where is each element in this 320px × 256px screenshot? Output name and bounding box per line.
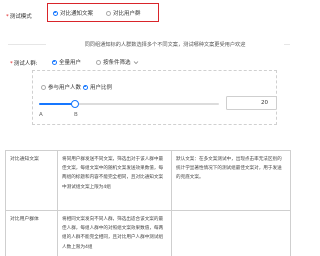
radio-filter-condition[interactable]: 按条件筛选: [96, 58, 139, 66]
radio-selected-icon: [52, 59, 57, 65]
row-name: 对比用户群体: [5, 210, 58, 256]
radio-compare-users-label: 对比用户群: [113, 11, 141, 17]
group-a-label: A: [39, 112, 43, 118]
row-note: 默认文案：在多文案测试中，出现点击率无法区别的统计学显著性情况下的测试组最佳文案…: [171, 150, 291, 211]
radio-participant-count[interactable]: 参与用户人数: [41, 83, 81, 91]
test-population-label: *测试人群:: [10, 59, 38, 67]
row-mechanism: 将同用户群发送不同文案，筛选出对于该人群中最佳文案，每组文案中的随机文案发送效果…: [57, 150, 172, 211]
test-mode-label: *测试模式: [6, 12, 32, 20]
radio-unselected-icon: [41, 84, 46, 90]
radio-selected-icon: [83, 84, 88, 90]
table-row: 对比通知文案 将同用户群发送不同文案，筛选出对于该人群中最佳文案，每组文案中的随…: [5, 150, 291, 211]
radio-compare-copy[interactable]: 对比通知文案: [53, 9, 93, 17]
radio-compare-copy-label: 对比通知文案: [60, 11, 94, 17]
row-mechanism: 将相同文案发向不同人群，筛选出适合该文案的最佳人群，每组人群中的对照组文案效果数…: [57, 210, 172, 256]
test-population-label-text: 测试人群:: [13, 61, 38, 67]
radio-user-ratio[interactable]: 用户比例: [83, 83, 112, 91]
chevron-down-icon: [133, 60, 139, 64]
mode-description: 同同组通知标的人群数选择多个不同文案，测试哪种文案更受用户欢迎: [46, 41, 284, 48]
ratio-slider-handle[interactable]: [71, 100, 79, 108]
table-row: 对比用户群体 将相同文案发向不同人群，筛选出适合该文案的最佳人群，每组人群中的对…: [5, 210, 291, 256]
mode-explanation-table: 对比通知文案 将同用户群发送不同文案，筛选出对于该人群中最佳文案，每组文案中的随…: [5, 150, 291, 256]
radio-all-users[interactable]: 全量用户: [52, 58, 81, 66]
ratio-input[interactable]: 20: [226, 96, 277, 110]
group-b-label: B: [74, 112, 78, 118]
radio-compare-users[interactable]: 对比用户群: [106, 9, 141, 17]
radio-filter-condition-label: 按条件筛选: [103, 60, 131, 66]
radio-unselected-icon: [106, 10, 111, 16]
radio-participant-count-label: 参与用户人数: [48, 85, 82, 91]
radio-unselected-icon: [96, 59, 101, 65]
radio-user-ratio-label: 用户比例: [90, 85, 113, 91]
radio-all-users-label: 全量用户: [59, 60, 82, 66]
radio-selected-icon: [53, 10, 58, 16]
test-mode-label-text: 测试模式: [9, 14, 32, 20]
required-mark: *: [6, 14, 9, 20]
row-name: 对比通知文案: [5, 150, 58, 211]
ratio-slider-fill: [39, 103, 75, 105]
row-note: [171, 210, 291, 256]
required-mark: *: [10, 61, 13, 67]
